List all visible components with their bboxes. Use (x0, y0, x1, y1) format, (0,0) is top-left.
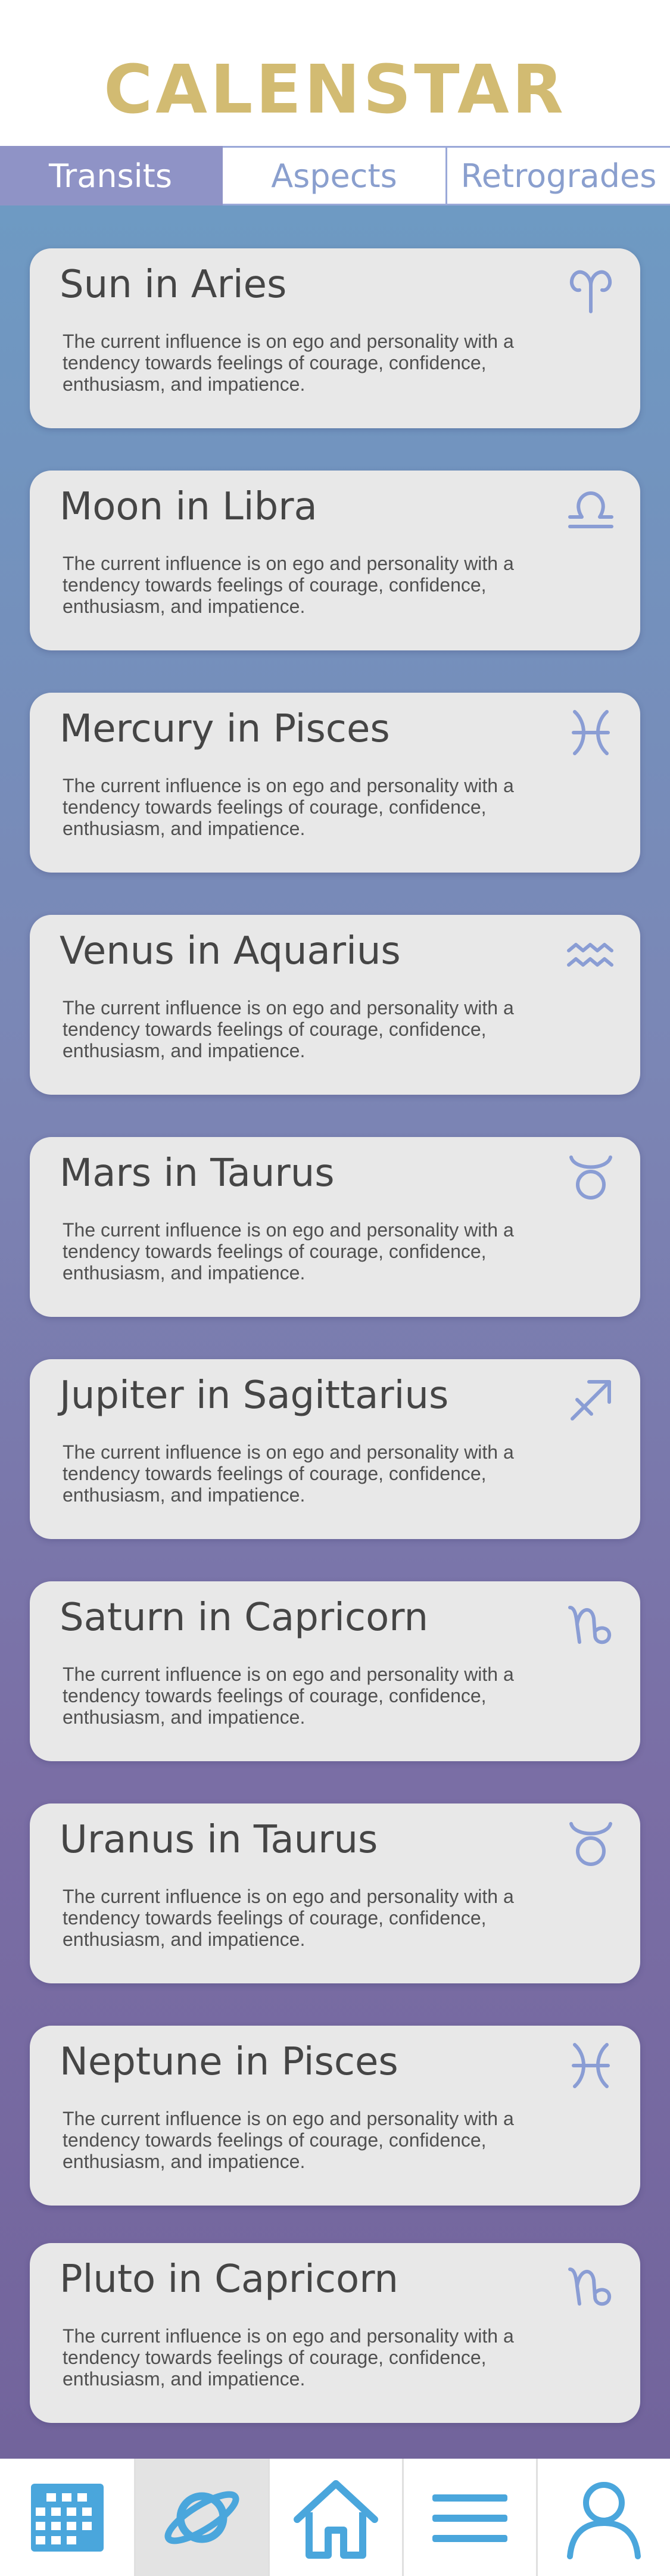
transit-description: The current influence is on ego and pers… (63, 1664, 514, 1728)
tab-transits[interactable]: Transits (0, 146, 223, 205)
transit-description: The current influence is on ego and pers… (63, 775, 514, 839)
transit-description: The current influence is on ego and pers… (63, 553, 514, 617)
transit-description: The current influence is on ego and pers… (63, 997, 514, 1061)
sagittarius-icon (564, 1372, 618, 1426)
transit-card-pluto[interactable]: Pluto in Capricorn The current influence… (30, 2243, 640, 2423)
transit-card-venus[interactable]: Venus in Aquarius The current influence … (30, 915, 640, 1095)
transit-description: The current influence is on ego and pers… (63, 2325, 514, 2390)
transit-title: Saturn in Capricorn (60, 1596, 428, 1640)
nav-home[interactable] (268, 2459, 402, 2576)
taurus-icon (564, 1150, 618, 1204)
app-header: CALENSTAR (0, 0, 670, 146)
transit-card-moon[interactable]: Moon in Libra The current influence is o… (30, 471, 640, 650)
transit-card-mars[interactable]: Mars in Taurus The current influence is … (30, 1137, 640, 1317)
tab-bar: Transits Aspects Retrogrades (0, 146, 670, 205)
transit-card-uranus[interactable]: Uranus in Taurus The current influence i… (30, 1803, 640, 1983)
transit-card-neptune[interactable]: Neptune in Pisces The current influence … (30, 2026, 640, 2206)
transit-title: Venus in Aquarius (60, 929, 401, 973)
transit-description: The current influence is on ego and pers… (63, 2108, 514, 2172)
transit-title: Pluto in Capricorn (60, 2257, 398, 2301)
aquarius-icon (564, 928, 618, 982)
bottom-nav (0, 2459, 670, 2576)
transit-card-sun[interactable]: Sun in Aries The current influence is on… (30, 248, 640, 428)
user-icon (567, 2481, 641, 2559)
pisces-icon (564, 706, 618, 759)
nav-profile[interactable] (536, 2459, 670, 2576)
transits-list: Sun in Aries The current influence is on… (0, 205, 670, 2459)
transit-title: Neptune in Pisces (60, 2040, 398, 2084)
capricorn-icon (564, 2256, 618, 2310)
nav-menu[interactable] (402, 2459, 536, 2576)
transit-title: Jupiter in Sagittarius (60, 1373, 449, 1418)
pisces-icon (564, 2039, 618, 2092)
nav-planets[interactable] (134, 2459, 268, 2576)
transit-card-mercury[interactable]: Mercury in Pisces The current influence … (30, 693, 640, 873)
tab-retrogrades[interactable]: Retrogrades (447, 146, 670, 205)
transit-title: Sun in Aries (60, 263, 287, 307)
tab-aspects[interactable]: Aspects (223, 146, 447, 205)
menu-icon (432, 2494, 507, 2542)
home-icon (294, 2480, 378, 2559)
transit-description: The current influence is on ego and pers… (63, 1886, 514, 1950)
app-logo: CALENSTAR (104, 51, 566, 129)
transit-title: Moon in Libra (60, 485, 317, 529)
libra-icon (564, 484, 618, 537)
calendar-icon (30, 2483, 104, 2552)
transit-title: Mercury in Pisces (60, 707, 390, 751)
transit-title: Mars in Taurus (60, 1151, 335, 1195)
transit-description: The current influence is on ego and pers… (63, 1219, 514, 1284)
transit-description: The current influence is on ego and pers… (63, 1441, 514, 1506)
transit-description: The current influence is on ego and pers… (63, 331, 514, 395)
transit-title: Uranus in Taurus (60, 1818, 378, 1862)
planet-icon (164, 2491, 239, 2544)
taurus-icon (564, 1817, 618, 1870)
nav-calendar[interactable] (0, 2459, 134, 2576)
capricorn-icon (564, 1594, 618, 1648)
transit-card-jupiter[interactable]: Jupiter in Sagittarius The current influ… (30, 1359, 640, 1539)
aries-icon (564, 261, 618, 315)
transit-card-saturn[interactable]: Saturn in Capricorn The current influenc… (30, 1581, 640, 1761)
